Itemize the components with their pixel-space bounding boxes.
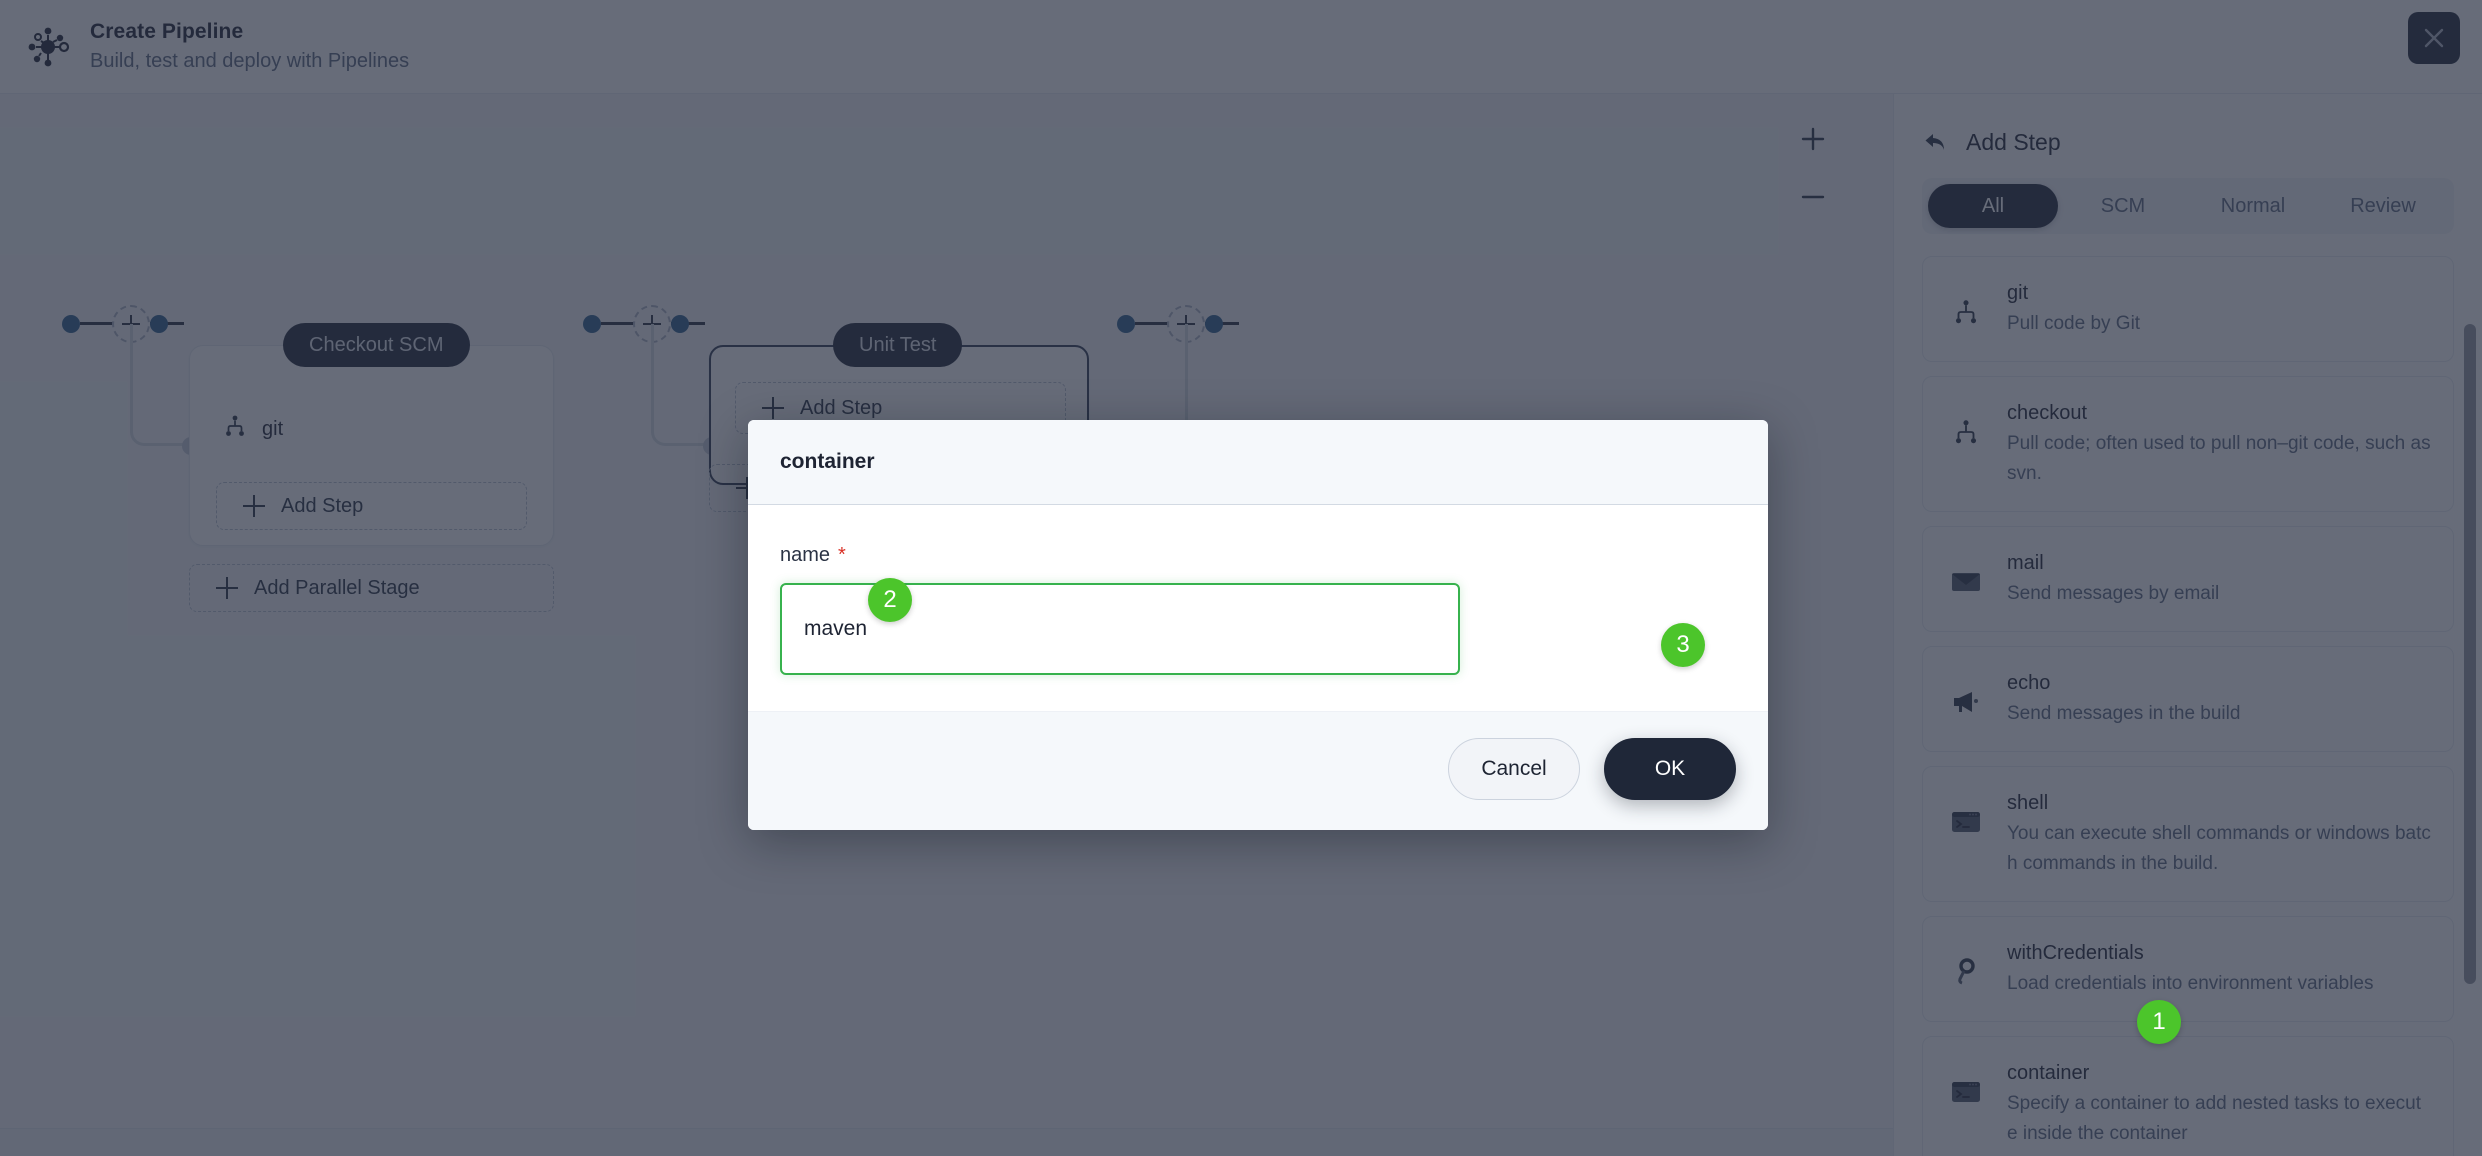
annotation-badge-1: 1 [2137,1000,2181,1044]
required-marker: * [838,544,846,566]
dialog-title: container [780,450,875,473]
container-step-dialog: container name * Cancel OK [748,420,1768,830]
cancel-button[interactable]: Cancel [1448,738,1580,800]
name-label-text: name [780,544,831,566]
dialog-header: container [748,420,1768,505]
annotation-badge-2: 2 [868,578,912,622]
dialog-footer: Cancel OK [748,711,1768,830]
create-pipeline-window: Create Pipeline Build, test and deploy w… [0,0,2482,1156]
ok-button[interactable]: OK [1604,738,1736,800]
annotation-badge-3: 3 [1661,623,1705,667]
name-field-label: name * [780,543,1736,567]
